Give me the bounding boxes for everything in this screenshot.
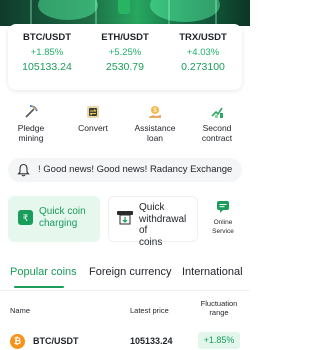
- tab-international[interactable]: International: [182, 266, 243, 278]
- notice-bar[interactable]: ! Good news! Good news! Radancy Exchange: [8, 158, 242, 182]
- bitcoin-icon: ₿: [10, 334, 25, 349]
- quick-withdrawal-button[interactable]: Quick withdrawal of coins: [108, 196, 198, 248]
- ticker-pair: BTC/USDT: [22, 32, 72, 43]
- column-header-range-line: range: [209, 308, 229, 317]
- service-label-line: Service: [212, 228, 234, 235]
- quick-second-contract[interactable]: Second contract: [186, 104, 248, 143]
- tabs-divider: [0, 290, 250, 291]
- convert-icon: [87, 106, 99, 118]
- ticker-price: 105133.24: [22, 61, 72, 73]
- pickaxe-icon: [25, 105, 38, 118]
- service-label-line: coins: [139, 236, 163, 248]
- service-label-line: Quick: [139, 202, 165, 213]
- service-label-line: withdrawal of: [139, 213, 187, 237]
- ticker-change: +4.03%: [186, 47, 220, 58]
- quick-coin-charging-button[interactable]: ₹ Quick coin charging: [8, 196, 100, 242]
- quick-label: Convert: [78, 123, 108, 133]
- table-row[interactable]: ₿ BTC/USDT 105133.24 +1.85%: [0, 330, 250, 350]
- coin-symbol: BTC/USDT: [33, 336, 79, 346]
- tab-foreign-currency[interactable]: Foreign currency: [89, 266, 172, 278]
- ticker-change: +1.85%: [30, 47, 64, 58]
- ticker-price: 2530.79: [106, 61, 144, 73]
- ticker-pair: ETH/USDT: [101, 32, 149, 43]
- service-label: Quick coin charging: [39, 206, 86, 230]
- coin-price: 105133.24: [130, 336, 173, 346]
- quick-label: loan: [146, 133, 164, 143]
- service-label-line: Quick coin: [39, 206, 86, 217]
- quick-label: mining: [18, 133, 44, 143]
- change-badge: +1.85%: [198, 332, 240, 349]
- service-label: Online Service: [203, 218, 243, 236]
- quick-label: Second: [202, 123, 232, 133]
- contract-icon: [211, 107, 223, 118]
- ticker-card: BTC/USDT +1.85% 105133.24 ETH/USDT +5.25…: [8, 24, 242, 90]
- service-label-line: Online: [213, 219, 233, 226]
- column-header-name: Name: [10, 306, 31, 315]
- svg-text:₹: ₹: [23, 213, 29, 223]
- ticker-price: 0.273100: [181, 61, 225, 73]
- bell-icon: [17, 163, 30, 177]
- online-service-button[interactable]: Online Service: [203, 196, 243, 242]
- ticker-btc[interactable]: BTC/USDT +1.85% 105133.24: [8, 32, 86, 73]
- ticker-change: +5.25%: [108, 47, 142, 58]
- banner-glow: [38, 0, 98, 20]
- withdraw-icon: [117, 211, 133, 225]
- banner-line: [215, 0, 217, 26]
- column-header-range-line: Fluctuation: [200, 299, 238, 308]
- banner-indicator: [118, 0, 130, 14]
- quick-label: contract: [201, 133, 233, 143]
- quick-assistance-loan[interactable]: $ Assistance loan: [124, 104, 186, 143]
- quick-label: Pledge: [17, 123, 45, 133]
- quick-pledge-mining[interactable]: Pledge mining: [0, 104, 62, 143]
- column-header-price: Latest price: [130, 306, 169, 315]
- service-label-line: charging: [39, 218, 78, 229]
- banner-line: [168, 0, 170, 26]
- active-tab-indicator: [14, 286, 64, 288]
- chat-icon: [217, 201, 229, 213]
- loan-icon: $: [149, 106, 161, 118]
- ticker-eth[interactable]: ETH/USDT +5.25% 2530.79: [86, 32, 164, 73]
- quick-label: Assistance: [134, 123, 176, 133]
- ticker-trx[interactable]: TRX/USDT +4.03% 0.273100: [164, 32, 242, 73]
- top-banner[interactable]: [0, 0, 250, 26]
- service-label: Quick withdrawal of coins: [139, 202, 197, 248]
- tab-popular-coins[interactable]: Popular coins: [10, 266, 77, 278]
- quick-convert[interactable]: Convert: [62, 104, 124, 133]
- coin-charge-icon: ₹: [18, 210, 33, 225]
- banner-glow: [150, 0, 220, 22]
- banner-line: [30, 0, 32, 26]
- column-header-range: Fluctuation range: [196, 299, 242, 317]
- banner-line: [95, 0, 97, 26]
- ticker-pair: TRX/USDT: [179, 32, 227, 43]
- notice-text: ! Good news! Good news! Radancy Exchange: [38, 164, 233, 175]
